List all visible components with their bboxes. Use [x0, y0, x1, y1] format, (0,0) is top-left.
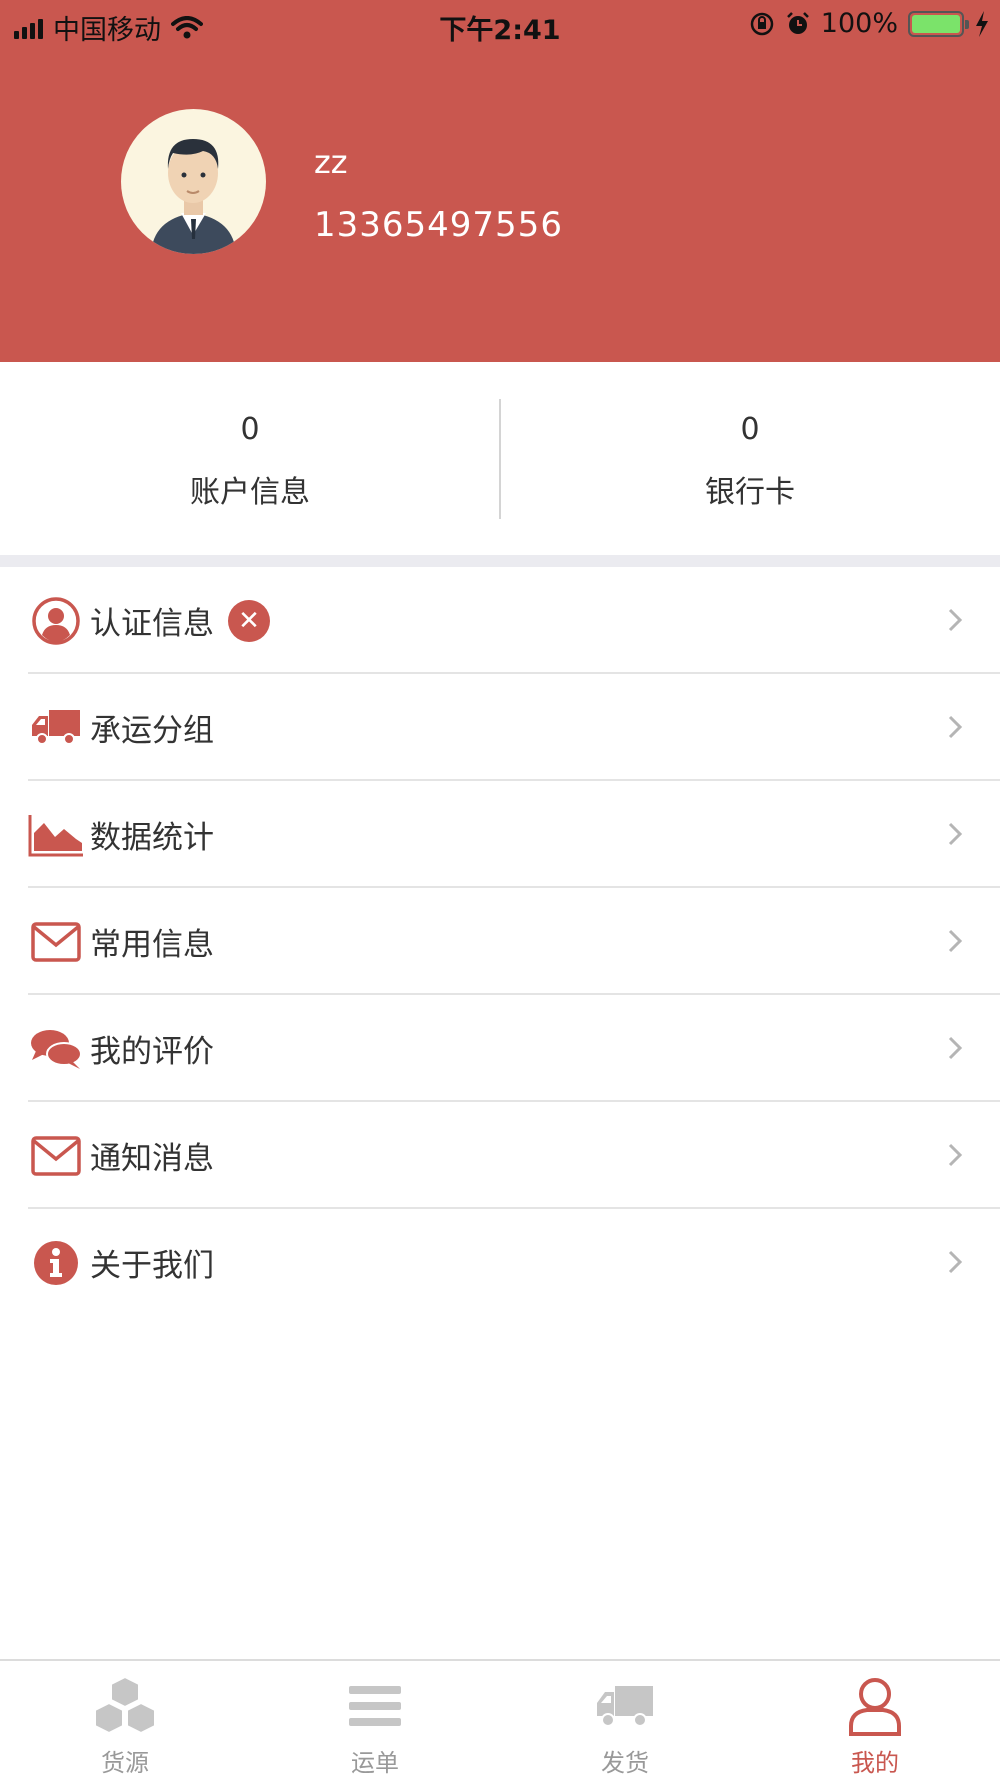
stat-account-info[interactable]: 0 账户信息: [0, 362, 500, 555]
chevron-right-icon: [948, 822, 963, 846]
chevron-right-icon: [948, 1143, 963, 1167]
info-icon: [28, 1235, 84, 1291]
list-icon: [335, 1671, 415, 1741]
menu-item-about-us[interactable]: 关于我们: [0, 1209, 1000, 1316]
envelope-icon: [28, 914, 84, 970]
chevron-right-icon: [948, 1036, 963, 1060]
error-x-icon: ✕: [228, 599, 270, 642]
avatar[interactable]: [121, 109, 266, 254]
tab-ship[interactable]: 发货: [500, 1661, 750, 1778]
battery-icon: [908, 10, 969, 37]
menu-label: 关于我们: [90, 1248, 214, 1284]
charging-bolt-icon: [976, 10, 988, 37]
tab-label: 我的: [851, 1749, 899, 1777]
user-name: zz: [314, 143, 348, 181]
stat-divider: [499, 399, 501, 519]
truck-icon: [28, 700, 84, 756]
battery-percent: 100%: [820, 8, 898, 39]
stat-label: 账户信息: [190, 475, 310, 510]
avatar-person-icon: [151, 139, 236, 254]
menu-label: 常用信息: [90, 927, 214, 963]
cubes-icon: [85, 1671, 165, 1741]
tab-bar: 货源 运单 发货 我的: [0, 1659, 1000, 1778]
person-icon: [835, 1671, 915, 1741]
status-right: 100%: [749, 8, 990, 39]
rotation-lock-icon: [750, 12, 774, 35]
area-chart-icon: [28, 807, 84, 863]
section-gap: [0, 555, 1000, 567]
menu-label: 我的评价: [90, 1034, 214, 1070]
menu-label: 认证信息: [90, 606, 214, 642]
menu-item-common-info[interactable]: 常用信息: [0, 888, 1000, 995]
menu-label: 数据统计: [90, 820, 214, 856]
tab-label: 运单: [351, 1749, 399, 1777]
truck-icon: [585, 1671, 665, 1741]
chevron-right-icon: [948, 929, 963, 953]
stat-value: 0: [740, 412, 760, 447]
stat-label: 银行卡: [705, 475, 795, 510]
menu-item-certification[interactable]: 认证信息 ✕: [0, 567, 1000, 674]
user-phone: 13365497556: [314, 205, 563, 245]
tab-label: 货源: [101, 1749, 149, 1777]
stat-bank-card[interactable]: 0 银行卡: [500, 362, 1000, 555]
alarm-icon: [786, 11, 809, 34]
menu-list: 认证信息 ✕ 承运分组 数据统计 常用信息 我的评价 通知消息 关于我们: [0, 567, 1000, 1316]
menu-item-notifications[interactable]: 通知消息: [0, 1102, 1000, 1209]
menu-item-my-reviews[interactable]: 我的评价: [0, 995, 1000, 1102]
stats-row: 0 账户信息 0 银行卡: [0, 362, 1000, 555]
stat-value: 0: [240, 412, 260, 447]
menu-label: 承运分组: [90, 713, 214, 749]
chevron-right-icon: [948, 608, 963, 632]
status-bar: 中国移动 下午2:41 100%: [0, 0, 1000, 50]
menu-item-carrier-group[interactable]: 承运分组: [0, 674, 1000, 781]
profile-header: 中国移动 下午2:41 100% zz 13365497556: [0, 0, 1000, 362]
menu-label: 通知消息: [90, 1141, 214, 1177]
tab-mine[interactable]: 我的: [750, 1661, 1000, 1778]
tab-cargo-source[interactable]: 货源: [0, 1661, 250, 1778]
chevron-right-icon: [948, 715, 963, 739]
chevron-right-icon: [948, 1250, 963, 1274]
tab-label: 发货: [601, 1749, 649, 1777]
tab-waybill[interactable]: 运单: [250, 1661, 500, 1778]
chat-bubbles-icon: [28, 1021, 84, 1077]
menu-item-statistics[interactable]: 数据统计: [0, 781, 1000, 888]
user-circle-icon: [28, 593, 84, 649]
envelope-icon: [28, 1128, 84, 1184]
